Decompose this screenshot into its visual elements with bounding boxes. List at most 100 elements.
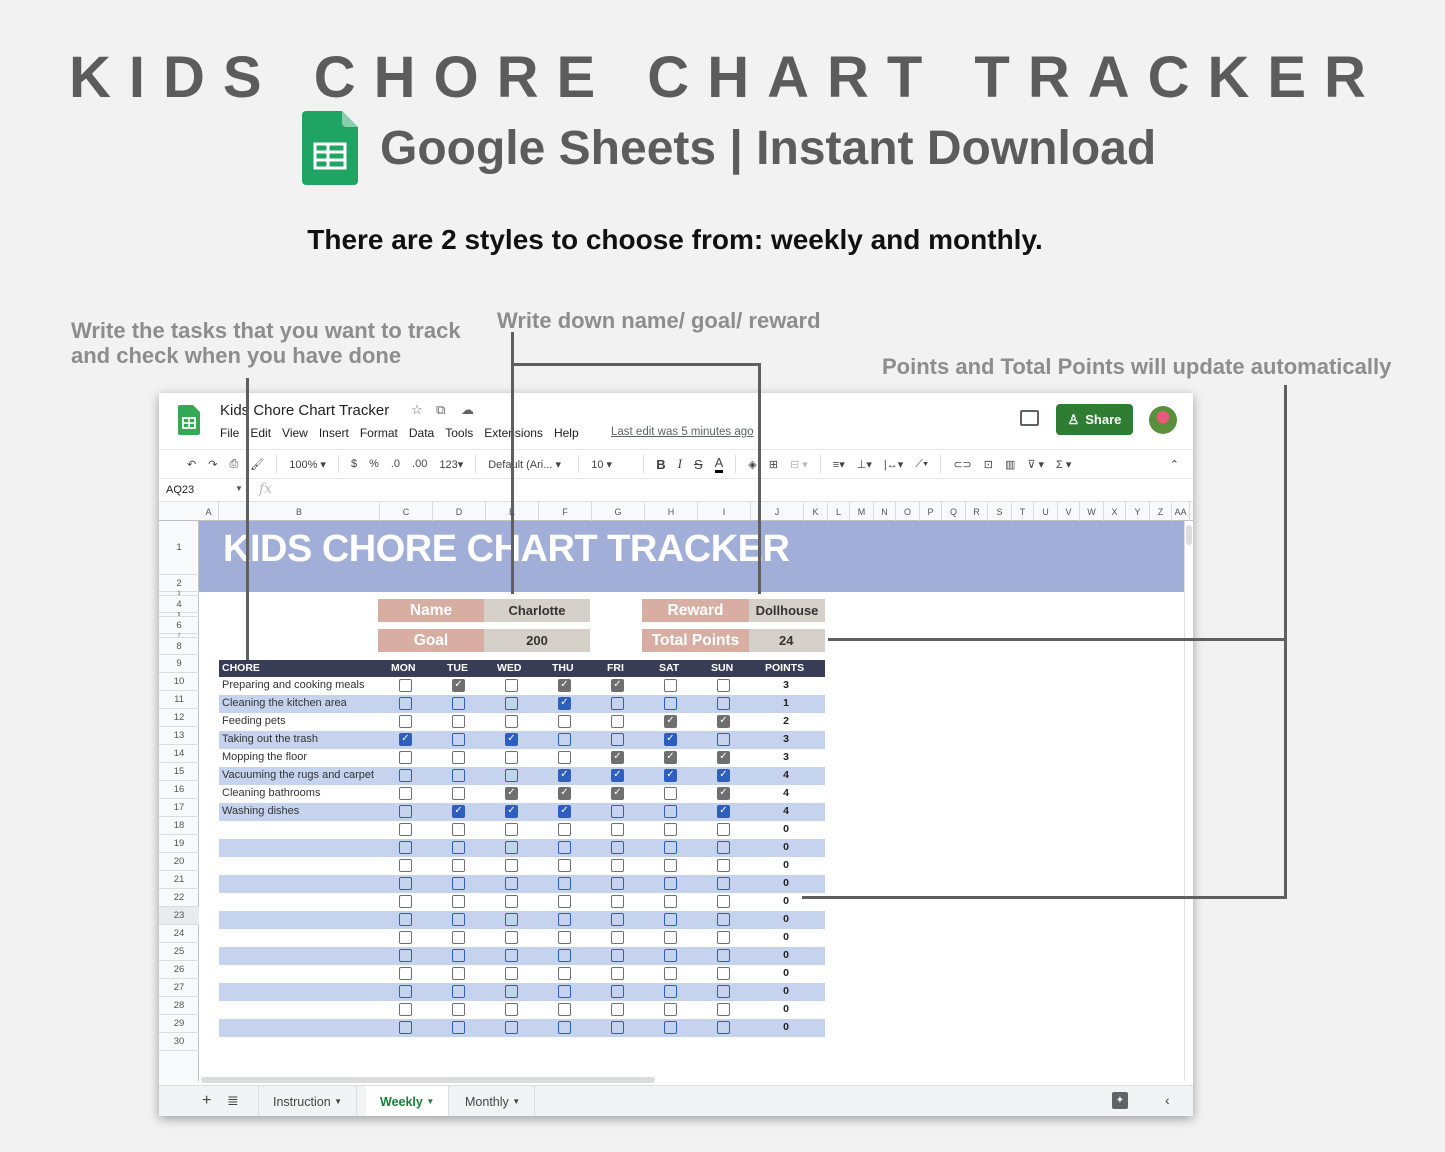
day-checkbox[interactable] [452,877,465,890]
row-header[interactable]: 4 [159,596,199,613]
day-checkbox[interactable] [611,1021,624,1034]
font-size-select[interactable]: 10 ▾ [591,458,631,471]
day-checkbox[interactable]: ✓ [558,769,571,782]
day-checkbox[interactable] [611,697,624,710]
row-header[interactable]: 27 [159,979,199,997]
row-header[interactable]: 10 [159,673,199,691]
day-checkbox[interactable] [505,913,518,926]
column-header[interactable]: C [380,502,433,521]
day-checkbox[interactable] [664,895,677,908]
add-sheet-icon[interactable]: + [202,1092,211,1110]
day-checkbox[interactable] [558,859,571,872]
bold-button[interactable]: B [656,457,665,472]
day-checkbox[interactable] [611,931,624,944]
day-checkbox[interactable] [558,913,571,926]
day-checkbox[interactable] [664,805,677,818]
day-checkbox[interactable]: ✓ [505,787,518,800]
day-checkbox[interactable] [611,859,624,872]
chore-name-cell[interactable]: Washing dishes [222,805,299,817]
column-header[interactable]: G [592,502,645,521]
day-checkbox[interactable] [399,769,412,782]
insert-link-icon[interactable]: ⊂⊃ [953,458,971,471]
day-checkbox[interactable] [399,697,412,710]
column-header[interactable]: R [966,502,988,521]
column-header[interactable]: A [199,502,219,521]
column-header[interactable]: W [1080,502,1104,521]
day-checkbox[interactable] [664,787,677,800]
formula-input[interactable] [284,484,1184,498]
day-checkbox[interactable] [399,859,412,872]
redo-icon[interactable]: ↷ [208,458,217,471]
column-header[interactable]: Y [1126,502,1150,521]
column-header[interactable]: V [1058,502,1080,521]
day-checkbox[interactable] [399,787,412,800]
chore-name-cell[interactable]: Preparing and cooking meals [222,679,364,691]
day-checkbox[interactable] [611,985,624,998]
day-checkbox[interactable] [611,877,624,890]
day-checkbox[interactable] [611,823,624,836]
column-header[interactable]: S [988,502,1012,521]
day-checkbox[interactable]: ✓ [717,715,730,728]
day-checkbox[interactable] [717,679,730,692]
row-header[interactable]: 12 [159,709,199,727]
day-checkbox[interactable] [558,967,571,980]
day-checkbox[interactable] [505,1003,518,1016]
collapse-toolbar-icon[interactable]: ⌃ [1170,458,1179,471]
day-checkbox[interactable]: ✓ [558,787,571,800]
column-header[interactable]: F [539,502,592,521]
user-avatar[interactable] [1149,406,1177,434]
menu-data[interactable]: Data [409,426,434,440]
day-checkbox[interactable] [558,733,571,746]
row-header[interactable]: 14 [159,745,199,763]
row-header[interactable]: 21 [159,871,199,889]
column-header[interactable]: H [645,502,698,521]
horizontal-scrollbar[interactable] [199,1075,1184,1084]
day-checkbox[interactable]: ✓ [505,733,518,746]
row-header[interactable]: 6 [159,617,199,634]
day-checkbox[interactable] [399,679,412,692]
day-checkbox[interactable] [611,913,624,926]
filter-icon[interactable]: ⊽ ▾ [1027,458,1044,471]
day-checkbox[interactable] [611,841,624,854]
row-header[interactable]: 20 [159,853,199,871]
day-checkbox[interactable] [717,859,730,872]
day-checkbox[interactable] [505,859,518,872]
vertical-scroll-thumb[interactable] [1186,525,1192,545]
day-checkbox[interactable] [664,1021,677,1034]
day-checkbox[interactable] [505,697,518,710]
day-checkbox[interactable] [399,877,412,890]
row-header[interactable]: 1 [159,521,199,575]
day-checkbox[interactable] [717,967,730,980]
text-wrap-icon[interactable]: |↔▾ [884,458,903,471]
day-checkbox[interactable] [664,931,677,944]
day-checkbox[interactable]: ✓ [611,769,624,782]
day-checkbox[interactable] [717,841,730,854]
column-header[interactable]: Z [1150,502,1172,521]
undo-icon[interactable]: ↶ [187,458,196,471]
functions-button[interactable]: Σ ▾ [1056,458,1071,471]
day-checkbox[interactable] [399,967,412,980]
name-box[interactable]: AQ23 [166,484,194,496]
day-checkbox[interactable] [452,1003,465,1016]
day-checkbox[interactable] [558,931,571,944]
day-checkbox[interactable]: ✓ [611,751,624,764]
day-checkbox[interactable] [664,841,677,854]
day-checkbox[interactable]: ✓ [611,787,624,800]
explore-icon[interactable]: ✦ [1112,1092,1128,1109]
chore-name-cell[interactable]: Cleaning bathrooms [222,787,320,799]
day-checkbox[interactable] [452,931,465,944]
tab-weekly[interactable]: Weekly ▼ [366,1086,450,1116]
day-checkbox[interactable] [664,949,677,962]
day-checkbox[interactable] [505,841,518,854]
text-rotation-icon[interactable]: ⟋▾ [915,458,928,471]
row-header[interactable]: 25 [159,943,199,961]
percent-button[interactable]: % [369,458,379,470]
collapse-sidebar-icon[interactable]: ‹ [1165,1092,1170,1108]
comments-icon[interactable] [1020,410,1039,426]
strikethrough-button[interactable]: S [694,457,703,472]
day-checkbox[interactable] [505,1021,518,1034]
day-checkbox[interactable] [664,877,677,890]
day-checkbox[interactable] [558,841,571,854]
day-checkbox[interactable] [399,751,412,764]
day-checkbox[interactable]: ✓ [664,769,677,782]
